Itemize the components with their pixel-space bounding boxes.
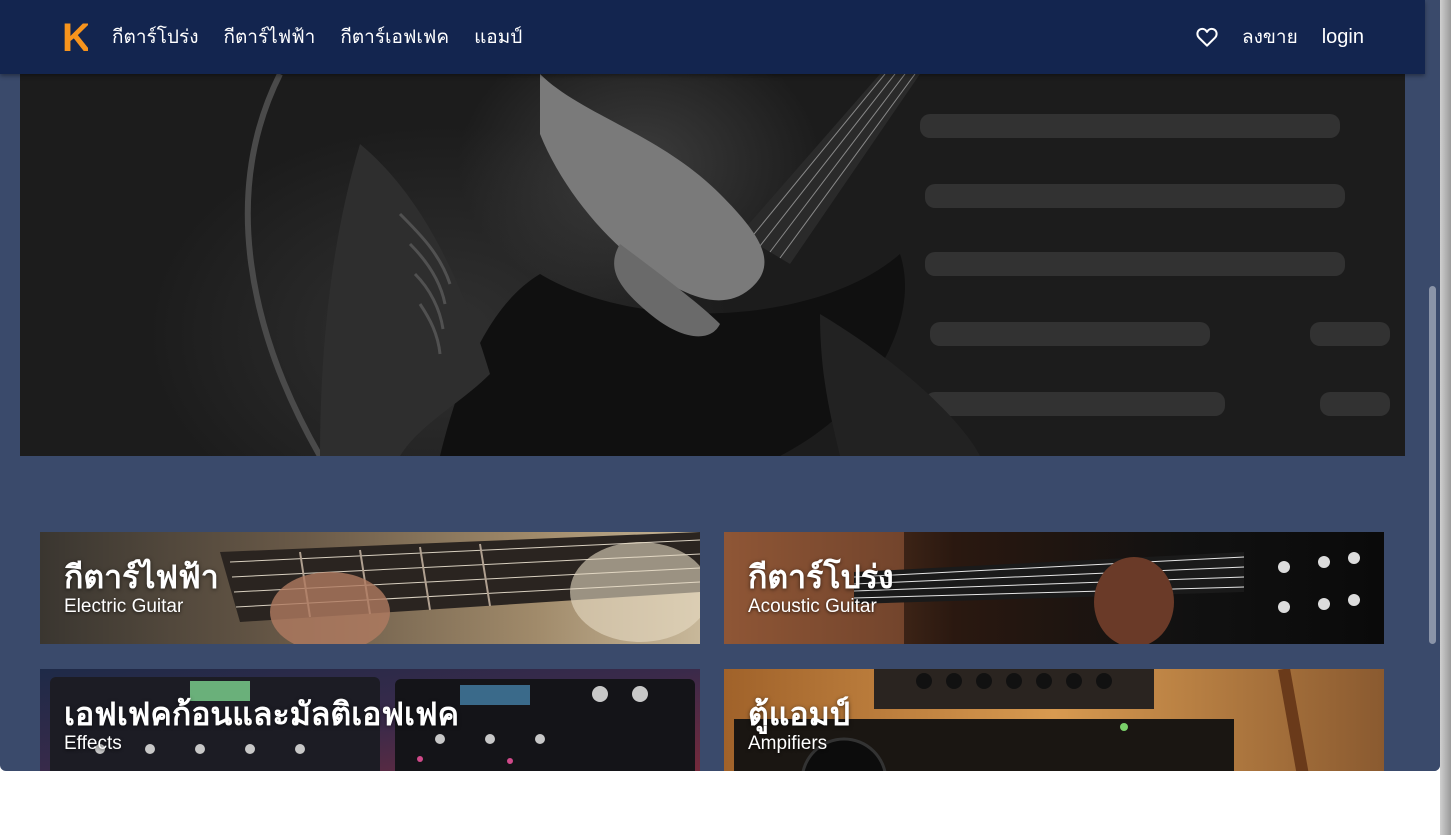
category-card-electric-guitar[interactable]: กีตาร์ไฟฟ้า Electric Guitar (40, 532, 700, 644)
category-subtitle: Acoustic Guitar (748, 596, 877, 617)
nav-right-actions: ลงขาย login (1196, 0, 1364, 74)
category-card-amplifiers[interactable]: ตู้แอมป์ Ampifiers (724, 669, 1384, 771)
hero-guitarist-illustration (244, 74, 1390, 456)
scrollbar-thumb[interactable] (1429, 286, 1436, 644)
category-card-effects[interactable]: เอฟเฟคก้อนและมัลติเอฟเฟค Effects (40, 669, 700, 771)
sell-link[interactable]: ลงขาย (1242, 22, 1298, 52)
category-card-acoustic-guitar[interactable]: กีตาร์โปร่ง Acoustic Guitar (724, 532, 1384, 644)
hero-banner-image (20, 74, 1405, 456)
nav-link-guitar-effects[interactable]: กีตาร์เอฟเฟค (340, 22, 449, 52)
site-logo[interactable]: K (62, 18, 88, 54)
login-link[interactable]: login (1322, 26, 1364, 49)
category-subtitle: Ampifiers (748, 733, 828, 754)
browser-viewport: K กีตาร์โปร่ง กีตาร์ไฟฟ้า กีตาร์เอฟเฟค แ… (0, 0, 1440, 771)
category-subtitle: Effects (64, 733, 122, 754)
top-navbar: K กีตาร์โปร่ง กีตาร์ไฟฟ้า กีตาร์เอฟเฟค แ… (0, 0, 1425, 74)
window-edge (1440, 0, 1451, 835)
nav-link-amps[interactable]: แอมป์ (474, 22, 522, 52)
nav-link-electric-guitar[interactable]: กีตาร์ไฟฟ้า (223, 22, 315, 52)
logo-letter: K (62, 18, 88, 54)
category-title: เอฟเฟคก้อนและมัลติเอฟเฟค (64, 695, 459, 733)
heart-icon[interactable] (1196, 27, 1218, 47)
main-nav: กีตาร์โปร่ง กีตาร์ไฟฟ้า กีตาร์เอฟเฟค แอม… (112, 0, 522, 74)
page-scrollbar[interactable] (1425, 0, 1440, 771)
category-subtitle: Electric Guitar (64, 596, 184, 617)
nav-link-acoustic-guitar[interactable]: กีตาร์โปร่ง (112, 22, 198, 52)
